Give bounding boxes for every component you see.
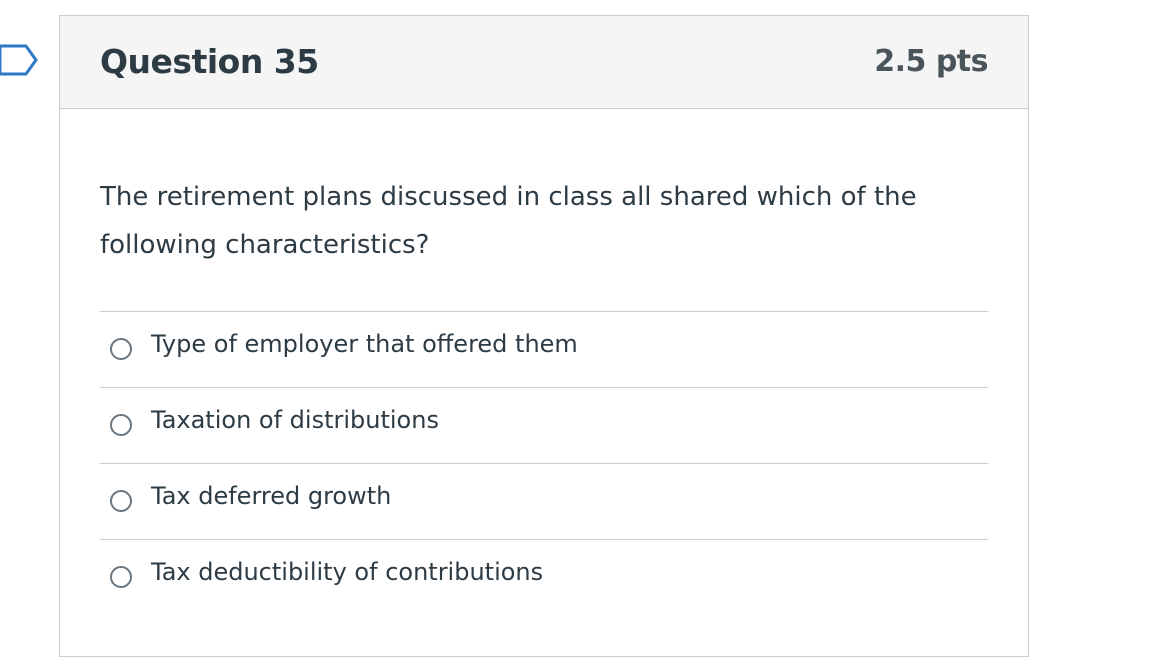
answer-label[interactable]: Taxation of distributions [151, 406, 439, 434]
flag-question-icon[interactable] [0, 43, 40, 77]
question-card: Question 35 2.5 pts The retirement plans… [59, 15, 1029, 657]
answer-option[interactable]: Tax deductibility of contributions [100, 540, 988, 615]
radio-button[interactable] [110, 414, 132, 436]
answer-option[interactable]: Type of employer that offered them [100, 312, 988, 388]
question-points: 2.5 pts [874, 44, 988, 79]
question-text: The retirement plans discussed in class … [100, 182, 917, 260]
question-header: Question 35 2.5 pts [60, 16, 1028, 109]
answer-option[interactable]: Taxation of distributions [100, 388, 988, 464]
question-title: Question 35 [100, 42, 319, 81]
radio-button[interactable] [110, 338, 132, 360]
answer-label[interactable]: Tax deductibility of contributions [151, 558, 543, 586]
answer-label[interactable]: Tax deferred growth [151, 482, 391, 510]
answer-label[interactable]: Type of employer that offered them [151, 330, 578, 358]
radio-button[interactable] [110, 566, 132, 588]
answer-list: Type of employer that offered them Taxat… [100, 311, 988, 615]
answer-option[interactable]: Tax deferred growth [100, 464, 988, 540]
radio-button[interactable] [110, 490, 132, 512]
